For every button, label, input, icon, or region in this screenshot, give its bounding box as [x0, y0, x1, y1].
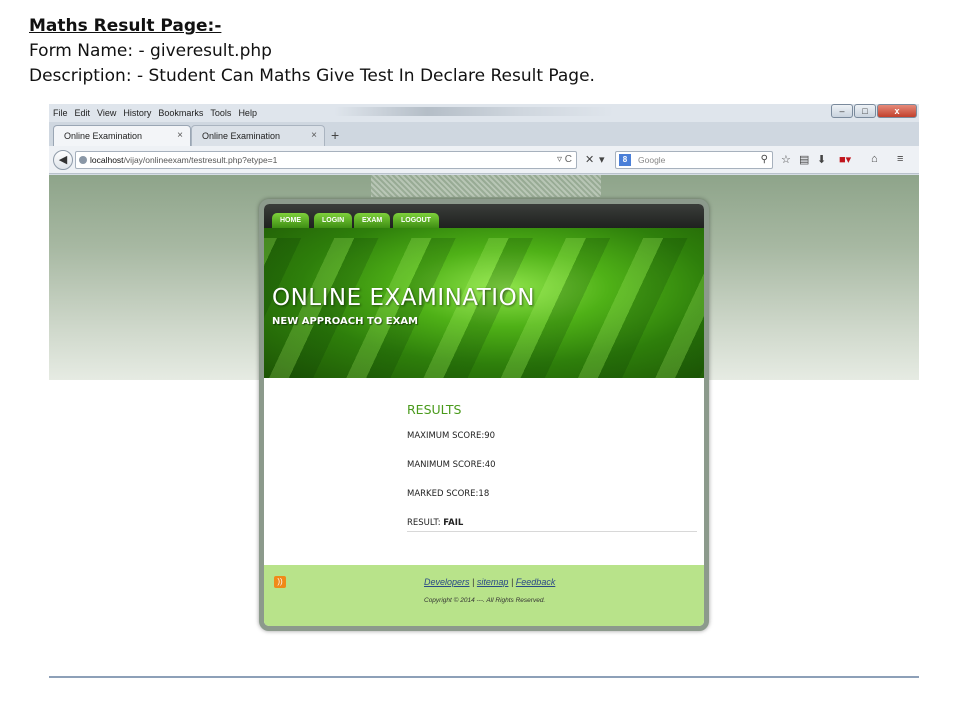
- site-nav: HOME LOGIN EXAM LOGOUT: [264, 204, 704, 228]
- menu-help[interactable]: Help: [238, 108, 257, 118]
- link-developers[interactable]: Developers: [424, 577, 470, 587]
- nav-home[interactable]: HOME: [272, 213, 309, 228]
- star-icon[interactable]: ☆: [781, 153, 791, 166]
- result-line: RESULT: FAIL: [407, 518, 697, 532]
- minimum-score: MANIMUM SCORE:40: [407, 460, 496, 470]
- menu-view[interactable]: View: [97, 108, 116, 118]
- link-feedback[interactable]: Feedback: [516, 577, 556, 587]
- maximum-score: MAXIMUM SCORE:90: [407, 431, 496, 441]
- url-bar[interactable]: localhost/vijay/onlineexam/testresult.ph…: [75, 151, 577, 169]
- home-icon[interactable]: ⌂: [871, 153, 878, 165]
- url-path: /vijay/onlineexam/testresult.php?etype=1: [123, 155, 278, 165]
- tab-online-examination-active[interactable]: Online Examination ×: [53, 125, 191, 146]
- link-separator: |: [510, 577, 514, 587]
- result-label: RESULT:: [407, 518, 441, 528]
- page-texture: [371, 175, 601, 197]
- new-tab-icon[interactable]: +: [331, 127, 339, 143]
- tab-bar: Online Examination × Online Examination …: [49, 122, 919, 146]
- description-text: Description: - Student Can Maths Give Te…: [29, 66, 595, 86]
- marked-score: MARKED SCORE:18: [407, 489, 490, 499]
- copyright-text: Copyright © 2014 ---. All Rights Reserve…: [424, 597, 546, 604]
- back-arrow-icon[interactable]: ◀: [53, 150, 73, 170]
- menu-tools[interactable]: Tools: [210, 108, 231, 118]
- dropdown-icon[interactable]: ▾: [599, 153, 605, 166]
- menu-icon[interactable]: ≡: [897, 153, 903, 165]
- maximize-button[interactable]: □: [854, 104, 876, 118]
- globe-icon: [79, 156, 87, 164]
- menu-file[interactable]: File: [53, 108, 68, 118]
- search-icon[interactable]: ⚲: [761, 152, 768, 168]
- google-icon: 8: [619, 154, 631, 166]
- close-window-button[interactable]: x: [877, 104, 917, 118]
- menu-edit[interactable]: Edit: [75, 108, 91, 118]
- form-name-text: Form Name: - giveresult.php: [29, 41, 272, 61]
- close-tab-icon[interactable]: ×: [177, 130, 183, 141]
- url-host: localhost: [90, 155, 124, 165]
- slide-header: Maths Result Page:- Form Name: - giveres…: [29, 14, 929, 89]
- search-placeholder: Google: [638, 155, 666, 165]
- tab-label: Online Examination: [202, 131, 281, 141]
- nav-login[interactable]: LOGIN: [314, 213, 353, 228]
- close-tab-icon[interactable]: ×: [311, 130, 317, 141]
- window-title-blurred: [334, 107, 614, 116]
- footer-links: Developers | sitemap | Feedback: [424, 577, 555, 587]
- minimize-button[interactable]: –: [831, 104, 853, 118]
- reading-list-icon[interactable]: ▤: [799, 153, 809, 166]
- link-separator: |: [472, 577, 475, 587]
- search-input[interactable]: 8 Google ⚲: [615, 151, 773, 169]
- rss-icon[interactable]: )): [274, 576, 286, 588]
- site-banner: ONLINE EXAMINATION NEW APPROACH TO EXAM: [264, 228, 704, 378]
- navigation-bar: ◀ localhost/vijay/onlineexam/testresult.…: [49, 146, 919, 174]
- nav-logout[interactable]: LOGOUT: [393, 213, 439, 228]
- window-controls: – □ x: [830, 104, 917, 118]
- site-footer: )) Developers | sitemap | Feedback Copyr…: [264, 565, 704, 626]
- menu-bookmarks[interactable]: Bookmarks: [158, 108, 203, 118]
- tab-label: Online Examination: [64, 131, 143, 141]
- nav-exam[interactable]: EXAM: [354, 213, 391, 228]
- browser-window: File Edit View History Bookmarks Tools H…: [49, 104, 919, 678]
- link-sitemap[interactable]: sitemap: [477, 577, 509, 587]
- reload-icon[interactable]: ▿ C: [557, 152, 572, 168]
- page-viewport: HOME LOGIN EXAM LOGOUT ONLINE EXAMINATIO…: [49, 175, 919, 676]
- site-container: HOME LOGIN EXAM LOGOUT ONLINE EXAMINATIO…: [259, 199, 709, 631]
- addon-icon[interactable]: ✕: [585, 153, 594, 166]
- result-value: FAIL: [443, 518, 464, 528]
- results-heading: RESULTS: [407, 402, 462, 417]
- menu-history[interactable]: History: [123, 108, 151, 118]
- slide-title: Maths Result Page:-: [29, 16, 222, 36]
- banner-subtitle: NEW APPROACH TO EXAM: [272, 316, 419, 327]
- results-panel: RESULTS MAXIMUM SCORE:90 MANIMUM SCORE:4…: [407, 402, 697, 532]
- tab-online-examination[interactable]: Online Examination ×: [191, 125, 325, 146]
- download-icon[interactable]: ⬇: [817, 153, 826, 166]
- banner-title: ONLINE EXAMINATION: [272, 285, 535, 311]
- pdf-icon[interactable]: ■▾: [839, 153, 851, 166]
